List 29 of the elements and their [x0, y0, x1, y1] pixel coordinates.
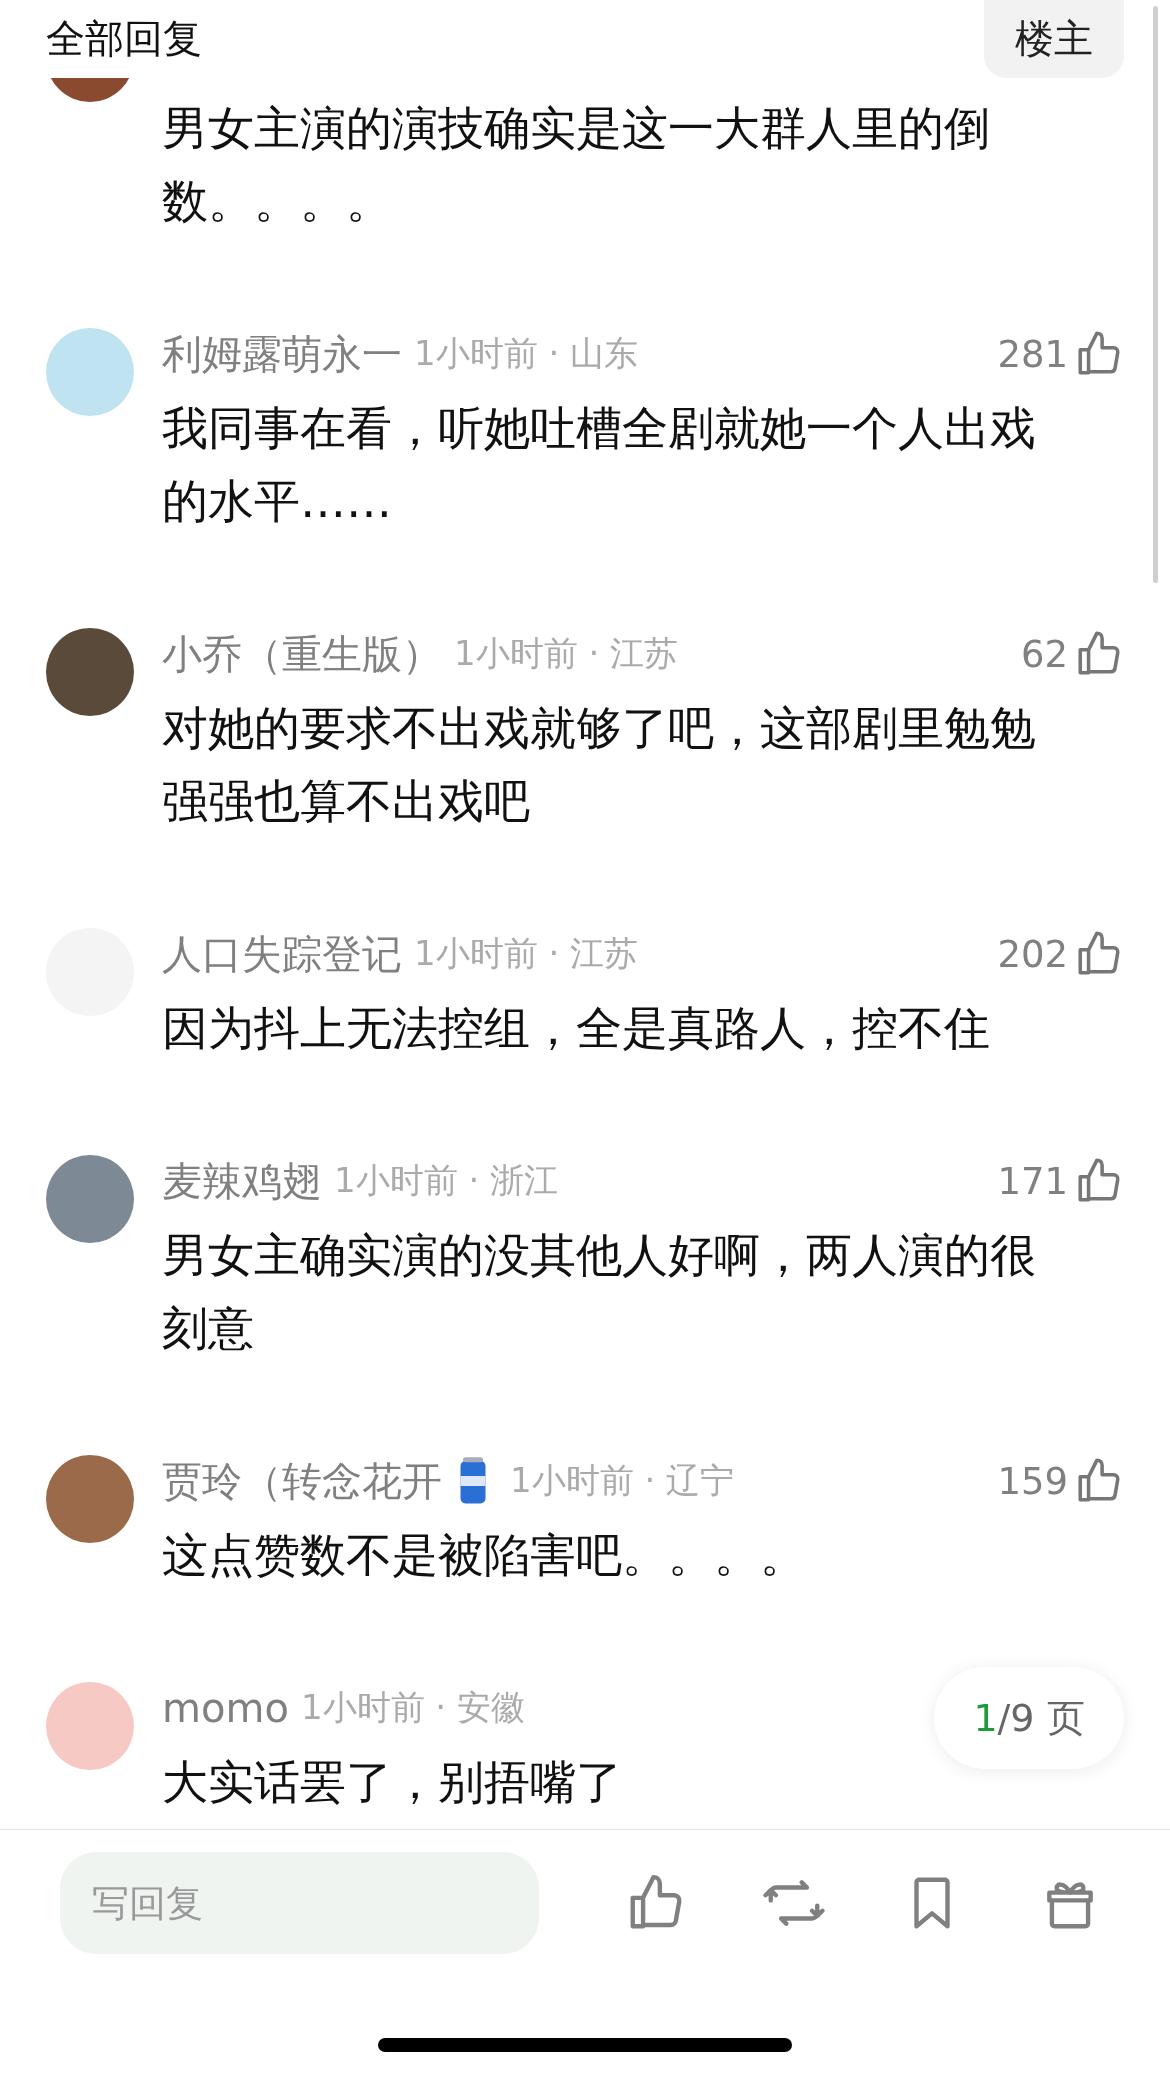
comment-text: 我同事在看，听她吐槽全剧就她一个人出戏的水平…… — [162, 400, 1037, 530]
like-button[interactable]: 281 — [997, 329, 1124, 379]
scrollbar[interactable] — [1153, 6, 1158, 583]
username[interactable]: 贾玲（转念花开 — [162, 1453, 442, 1509]
comment-meta: 1小时前 · 江苏 — [414, 932, 639, 975]
comment-text: 男女主确实演的没其他人好啊，两人演的很刻意 — [162, 1227, 1037, 1357]
comment-text: 这点赞数不是被陷害吧。。。。 — [162, 1527, 807, 1584]
like-button[interactable]: 202 — [997, 929, 1124, 979]
comment-text: 对她的要求不出戏就够了吧，这部剧里勉勉强强也算不出戏吧 — [162, 700, 1037, 830]
comment-meta: 1小时前 · 浙江 — [334, 1159, 559, 1202]
comment-meta: 1小时前 · 江苏 — [454, 632, 679, 675]
comment-text: 男女主演的演技确实是这一大群人里的倒数。。。。 — [162, 100, 991, 230]
comment-meta: 1小时前 · 辽宁 — [510, 1459, 735, 1502]
username[interactable]: momo — [162, 1685, 289, 1731]
like-button[interactable]: 171 — [997, 1156, 1124, 1206]
like-button[interactable]: 62 — [1020, 629, 1124, 679]
username[interactable]: 利姆露萌永一 — [162, 326, 402, 382]
comment-text: 大实话罢了，别捂嘴了 — [162, 1754, 623, 1811]
owner-filter-button[interactable]: 楼主 — [984, 0, 1124, 78]
section-title: 全部回复 — [46, 15, 202, 63]
reply-field[interactable]: 写回复 — [60, 1852, 539, 1954]
comment-meta: 1小时前 · 山东 — [414, 332, 639, 375]
comment-meta: 1小时前 · 安徽 — [300, 1686, 525, 1729]
username[interactable]: 小乔（重生版） — [162, 626, 442, 682]
like-button[interactable]: 159 — [997, 1456, 1124, 1506]
comment-text: 因为抖上无法控组，全是真路人，控不住 — [162, 1000, 991, 1057]
page-indicator[interactable]: 1/9 页 — [934, 1667, 1124, 1769]
username[interactable]: 人口失踪登记 — [162, 926, 402, 982]
username[interactable]: 麦辣鸡翅 — [162, 1153, 322, 1209]
